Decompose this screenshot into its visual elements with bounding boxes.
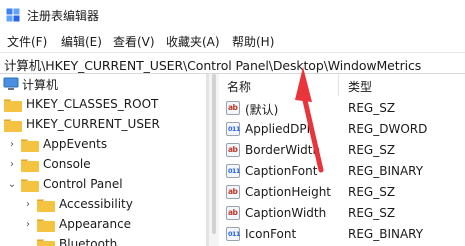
- menu-view[interactable]: 查看(V): [113, 33, 155, 50]
- value-row[interactable]: ab BorderWidth REG_SZ: [219, 140, 465, 161]
- chevron-right-icon[interactable]: ›: [6, 135, 18, 155]
- value-type: REG_BINARY: [348, 227, 424, 241]
- string-value-icon: ab: [226, 185, 240, 199]
- column-header-type[interactable]: 类型: [348, 78, 372, 95]
- tree-item-control-panel[interactable]: ⌄ Control Panel: [0, 175, 206, 195]
- folder-icon: [37, 199, 55, 212]
- tree-item-label: HKEY_CLASSES_ROOT: [26, 97, 159, 111]
- address-path[interactable]: 计算机\HKEY_CURRENT_USER\Control Panel\Desk…: [4, 55, 421, 74]
- value-type: REG_BINARY: [348, 164, 424, 178]
- value-name: AppliedDPI: [245, 122, 311, 136]
- value-name: (默认): [245, 103, 279, 117]
- string-value-icon: ab: [226, 143, 240, 157]
- folder-icon: [37, 219, 55, 232]
- folder-open-icon: [21, 179, 39, 192]
- value-name: CaptionHeight: [245, 185, 332, 199]
- tree-item-bluetooth[interactable]: Bluetooth: [0, 235, 206, 246]
- string-value-icon: ab: [226, 101, 240, 115]
- value-name: IconFont: [245, 227, 297, 241]
- tree-item-label: 计算机: [22, 78, 59, 92]
- folder-icon: [21, 139, 39, 152]
- binary-value-icon: 011: [226, 122, 240, 136]
- value-row[interactable]: ab CaptionHeight REG_SZ: [219, 182, 465, 203]
- value-name: CaptionFont: [245, 164, 318, 178]
- value-type: REG_SZ: [348, 206, 396, 220]
- tree-item-appevents[interactable]: › AppEvents: [0, 135, 206, 155]
- tree-item-label: AppEvents: [43, 137, 108, 151]
- address-bar[interactable]: 计算机\HKEY_CURRENT_USER\Control Panel\Desk…: [0, 52, 465, 74]
- tree-item-label: Appearance: [59, 217, 132, 231]
- computer-icon: [3, 77, 19, 90]
- tree-item-console[interactable]: › Console: [0, 155, 206, 175]
- folder-icon: [4, 119, 22, 132]
- folder-icon: [4, 99, 22, 112]
- tree-item-label: HKEY_CURRENT_USER: [26, 117, 160, 131]
- scrollbar-thumb[interactable]: [212, 74, 216, 234]
- value-row[interactable]: 011 CaptionFont REG_BINARY: [219, 161, 465, 182]
- tree-item-label: Accessibility: [59, 197, 133, 211]
- tree-item-hkey-current-user[interactable]: HKEY_CURRENT_USER: [0, 115, 206, 135]
- folder-icon: [37, 239, 55, 246]
- chevron-right-icon[interactable]: ›: [22, 195, 34, 215]
- value-list: 名称 类型 ab (默认) REG_SZ 011 AppliedDPI REG_…: [219, 74, 465, 246]
- tree-item-computer[interactable]: 计算机: [0, 74, 206, 94]
- binary-value-icon: 011: [226, 227, 240, 241]
- key-tree: 计算机 HKEY_CLASSES_ROOT HKEY_CURRENT_USER …: [0, 74, 206, 246]
- chevron-right-icon[interactable]: ›: [22, 215, 34, 235]
- tree-item-label: Control Panel: [43, 177, 123, 191]
- registry-editor-icon: [6, 8, 20, 22]
- window-title: 注册表编辑器: [27, 9, 100, 23]
- tree-item-label: Console: [43, 157, 91, 171]
- value-type: REG_SZ: [348, 101, 396, 115]
- value-row[interactable]: 011 IconFont REG_BINARY: [219, 224, 465, 245]
- string-value-icon: ab: [226, 206, 240, 220]
- chevron-right-icon[interactable]: ›: [6, 155, 18, 175]
- value-row[interactable]: 011 AppliedDPI REG_DWORD: [219, 119, 465, 140]
- tree-item-hkey-classes-root[interactable]: HKEY_CLASSES_ROOT: [0, 95, 206, 115]
- value-row[interactable]: ab (默认) REG_SZ: [219, 98, 465, 119]
- folder-icon: [21, 159, 39, 172]
- menu-favorites[interactable]: 收藏夹(A): [166, 33, 220, 50]
- value-name: BorderWidth: [245, 143, 321, 157]
- menu-bar: 文件(F) 编辑(E) 查看(V) 收藏夹(A) 帮助(H): [0, 30, 465, 52]
- tree-item-label: Bluetooth: [59, 237, 118, 246]
- column-divider[interactable]: [338, 74, 339, 96]
- value-name: CaptionWidth: [245, 206, 327, 220]
- chevron-down-icon[interactable]: ⌄: [6, 175, 18, 195]
- menu-help[interactable]: 帮助(H): [232, 33, 274, 50]
- tree-scrollbar[interactable]: [209, 74, 219, 246]
- column-header-name[interactable]: 名称: [227, 78, 251, 95]
- tree-item-appearance[interactable]: › Appearance: [0, 215, 206, 235]
- tree-item-accessibility[interactable]: › Accessibility: [0, 195, 206, 215]
- menu-file[interactable]: 文件(F): [7, 33, 47, 50]
- value-type: REG_SZ: [348, 143, 396, 157]
- value-type: REG_DWORD: [348, 122, 428, 136]
- title-bar: 注册表编辑器: [0, 0, 465, 30]
- value-row[interactable]: ab CaptionWidth REG_SZ: [219, 203, 465, 224]
- value-type: REG_SZ: [348, 185, 396, 199]
- binary-value-icon: 011: [226, 164, 240, 178]
- menu-edit[interactable]: 编辑(E): [61, 33, 102, 50]
